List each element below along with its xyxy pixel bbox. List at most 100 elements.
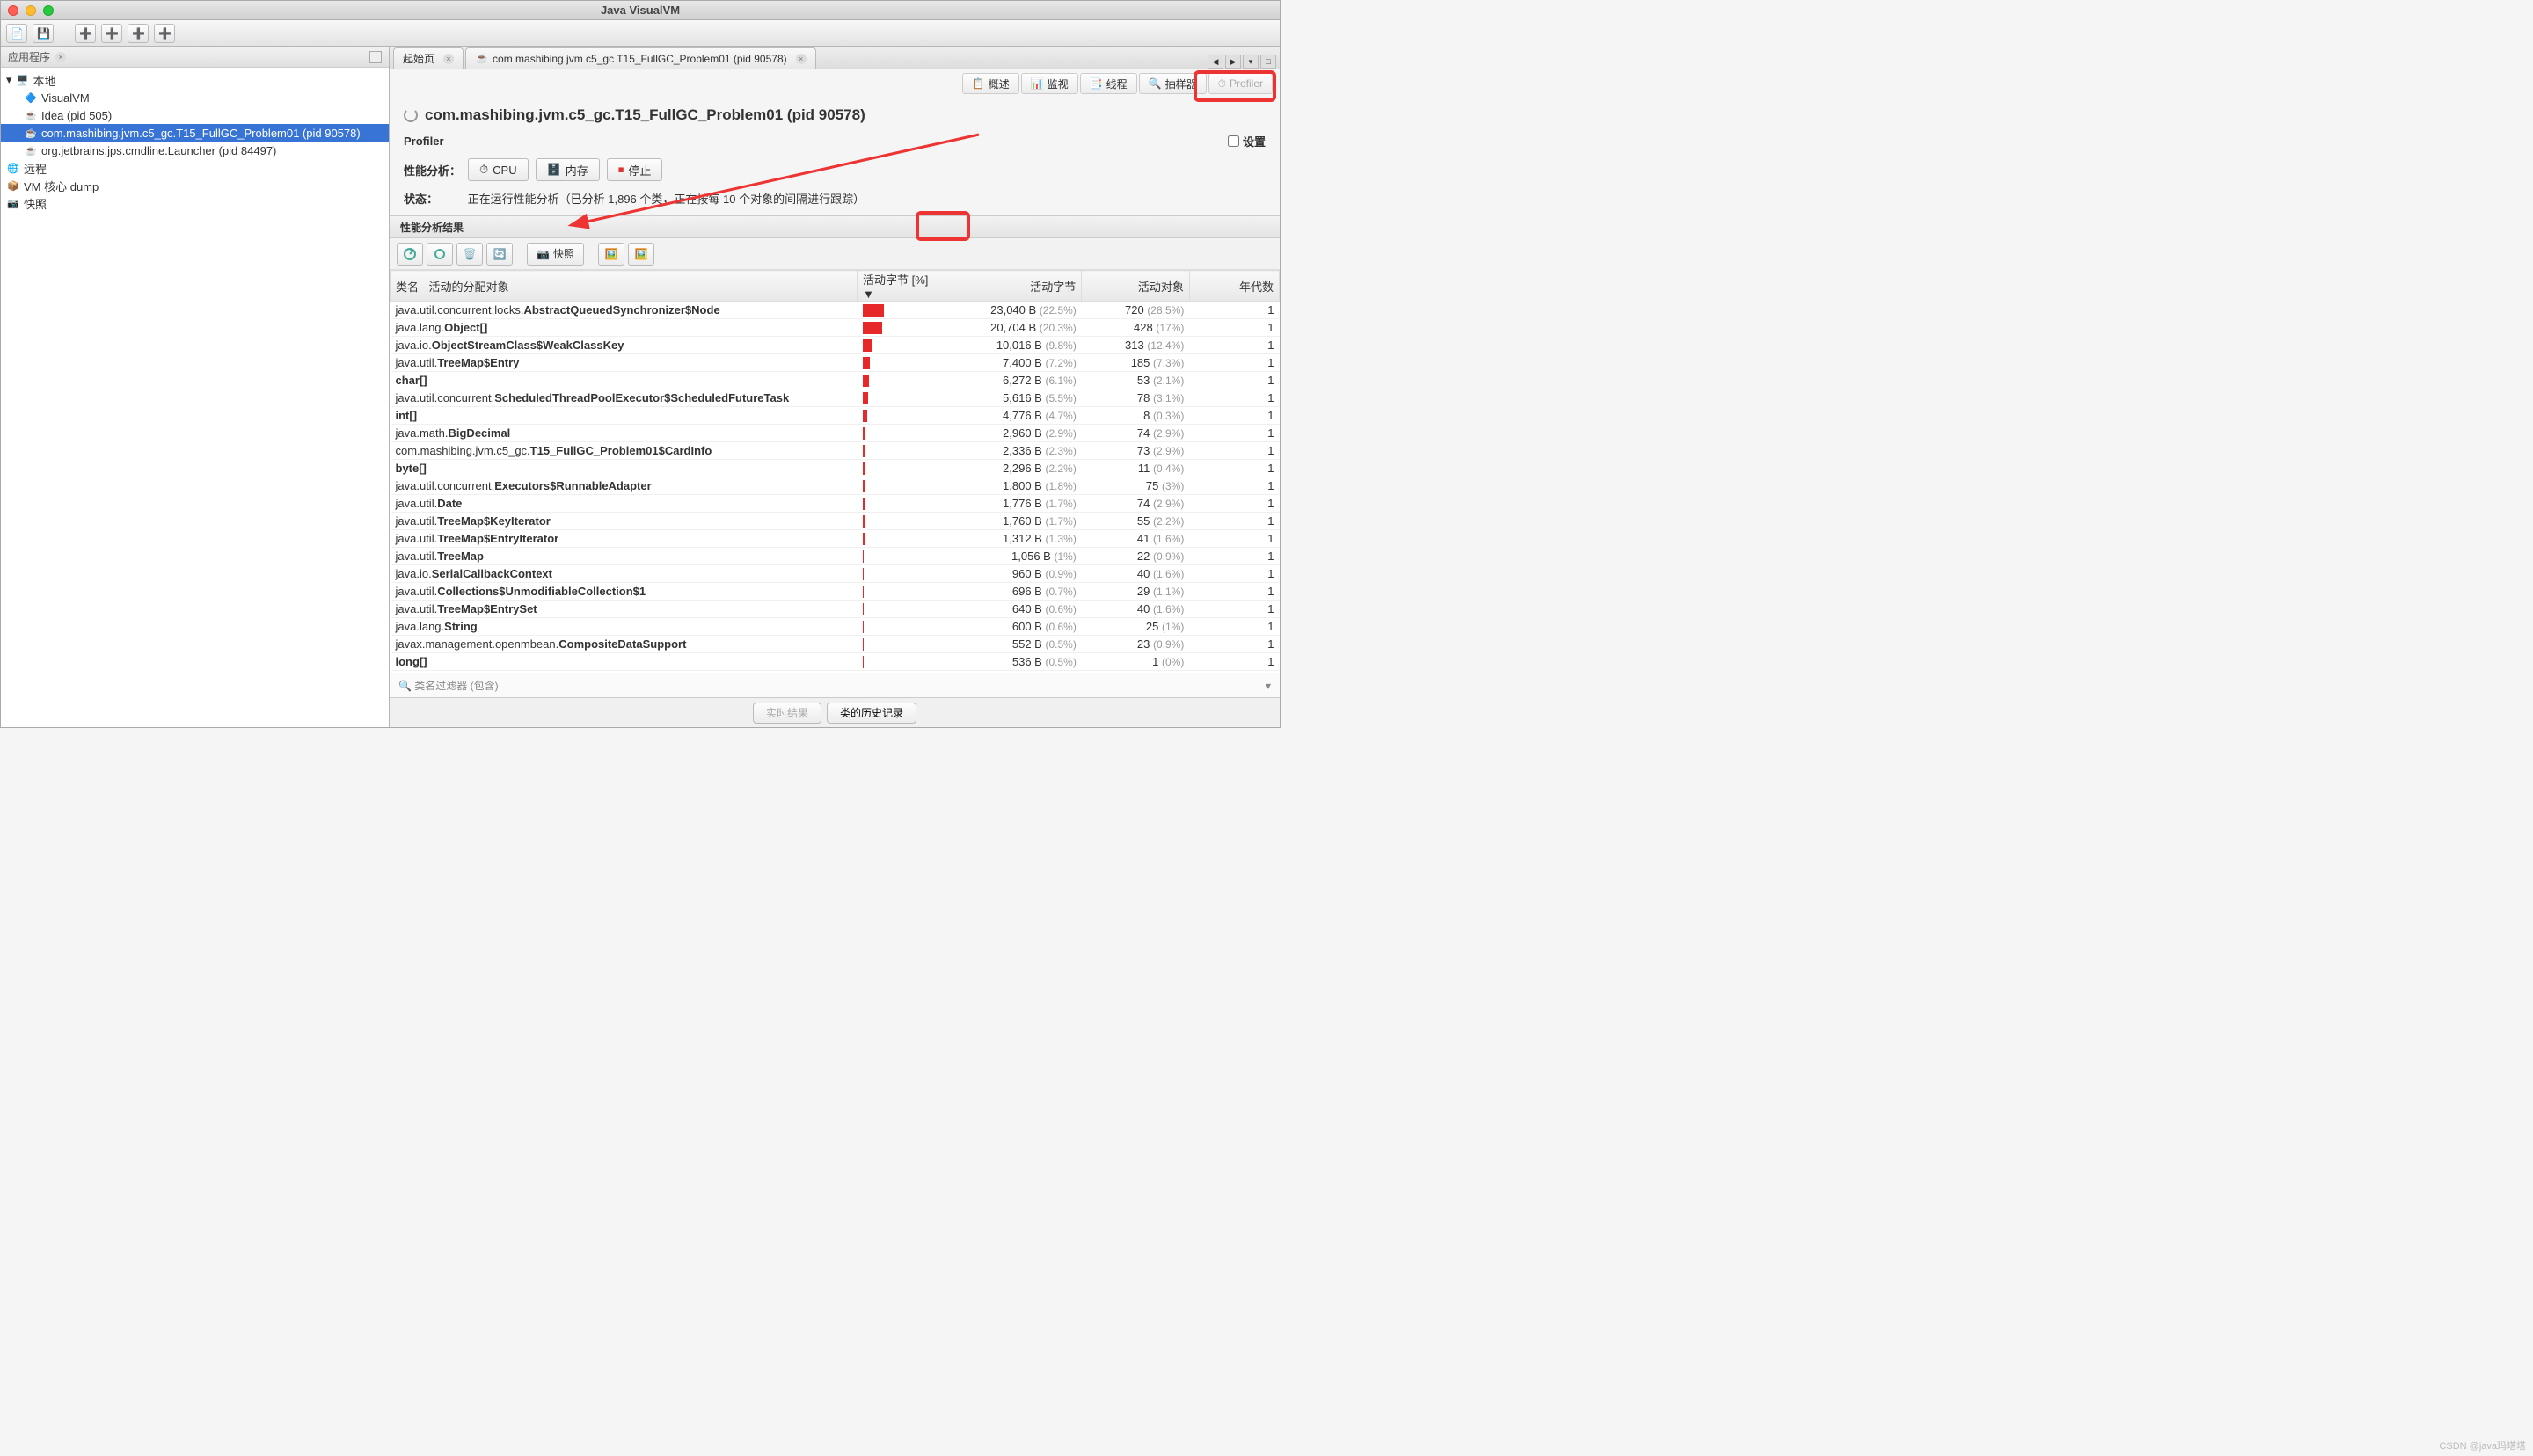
loading-spinner-icon	[404, 108, 418, 122]
applications-title: 应用程序	[8, 49, 50, 64]
table-row[interactable]: byte[]2,296 B (2.2%)11 (0.4%)1	[391, 460, 1280, 477]
filter-icon: 🔍	[398, 680, 412, 692]
table-row[interactable]: java.math.BigDecimal2,960 B (2.9%)74 (2.…	[391, 425, 1280, 442]
export-img2-button[interactable]: 🖼️	[628, 243, 654, 266]
sort-desc-icon: ▼	[863, 288, 874, 301]
stop-button[interactable]: ⏹停止	[607, 158, 663, 181]
col-gens[interactable]: 年代数	[1189, 271, 1279, 302]
java-icon: ☕	[24, 108, 38, 122]
table-row[interactable]: java.lang.Object[]20,704 B (20.3%)428 (1…	[391, 319, 1280, 337]
cpu-button[interactable]: ⏱CPU	[468, 158, 529, 181]
java-icon: ☕	[24, 126, 38, 140]
filter-dropdown-icon[interactable]: ▾	[1266, 680, 1271, 692]
add-jmx-button[interactable]: ➕	[101, 24, 122, 43]
live-results-button[interactable]: 实时结果	[753, 703, 821, 724]
toggle-panel-icon[interactable]	[369, 51, 382, 63]
tab-prev-button[interactable]: ◀	[1208, 55, 1223, 69]
table-row[interactable]: java.util.Collections$UnmodifiableCollec…	[391, 583, 1280, 601]
tree-item-launcher[interactable]: ☕ org.jetbrains.jps.cmdline.Launcher (pi…	[1, 142, 389, 159]
refresh-button[interactable]	[397, 243, 423, 266]
camera-icon: 📷	[537, 248, 550, 260]
table-row[interactable]: com.mashibing.jvm.c5_gc.T15_FullGC_Probl…	[391, 442, 1280, 460]
open-local-button[interactable]: 📄	[6, 24, 27, 43]
tree-item-idea[interactable]: ☕ Idea (pid 505)	[1, 106, 389, 124]
results-toolbar: 🗑️ 🔄 📷快照 🖼️ 🖼️	[390, 238, 1280, 270]
titlebar: Java VisualVM	[1, 1, 1280, 20]
history-button[interactable]: 类的历史记录	[827, 703, 916, 724]
zoom-window-button[interactable]	[43, 5, 54, 16]
table-row[interactable]: java.util.concurrent.ScheduledThreadPool…	[391, 389, 1280, 407]
subtab-threads[interactable]: 📑线程	[1080, 73, 1137, 94]
table-row[interactable]: java.util.concurrent.Executors$RunnableA…	[391, 477, 1280, 495]
close-tab-icon[interactable]: ×	[796, 54, 807, 64]
results-table-wrap[interactable]: 类名 - 活动的分配对象 活动字节 [%] ▼ 活动字节 活动对象 年代数 ja…	[390, 270, 1280, 673]
tree-item-problem01[interactable]: ☕ com.mashibing.jvm.c5_gc.T15_FullGC_Pro…	[1, 124, 389, 142]
tab-max-button[interactable]: □	[1260, 55, 1276, 69]
tab-start[interactable]: 起始页 ×	[393, 47, 464, 69]
filter-row: 🔍 类名过滤器 (包含) ▾	[390, 673, 1280, 697]
applications-tree: ▾🖥️ 本地 🔷 VisualVM ☕ Idea (pid 505) ☕ com…	[1, 68, 389, 215]
tree-node-vmcore[interactable]: 📦 VM 核心 dump	[1, 177, 389, 194]
table-row[interactable]: java.util.TreeMap1,056 B (1%)22 (0.9%)1	[391, 548, 1280, 565]
image-icon: 🖼️	[634, 248, 647, 260]
tree-node-local[interactable]: ▾🖥️ 本地	[1, 71, 389, 89]
minimize-window-button[interactable]	[26, 5, 36, 16]
plus-green-icon: ➕	[79, 27, 91, 40]
clock-icon: ⏱	[1218, 77, 1226, 91]
table-row[interactable]: java.util.Date1,776 B (1.7%)74 (2.9%)1	[391, 495, 1280, 513]
table-row[interactable]: java.util.TreeMap$EntrySet640 B (0.6%)40…	[391, 601, 1280, 618]
col-bytes[interactable]: 活动字节	[938, 271, 1081, 302]
table-row[interactable]: long[]536 B (0.5%)1 (0%)1	[391, 653, 1280, 671]
tree-item-visualvm[interactable]: 🔷 VisualVM	[1, 89, 389, 106]
table-row[interactable]: java.util.concurrent.locks.AbstractQueue…	[391, 302, 1280, 319]
autorefresh-button[interactable]	[427, 243, 453, 266]
subtab-sampler[interactable]: 🔍抽样器	[1139, 73, 1207, 94]
subtab-profiler[interactable]: ⏱Profiler	[1208, 73, 1273, 94]
table-row[interactable]: java.io.SerialCallbackContext960 B (0.9%…	[391, 565, 1280, 583]
applications-panel: 应用程序 × ▾🖥️ 本地 🔷 VisualVM ☕ Idea (pid 505…	[1, 47, 390, 727]
add-coredump-button[interactable]: ➕	[128, 24, 149, 43]
snapshot-button[interactable]: 📷快照	[527, 243, 584, 266]
add-remote-button[interactable]: ➕	[75, 24, 96, 43]
info-icon: 📋	[972, 77, 985, 90]
table-row[interactable]: javax.management.openmbean.CompositeData…	[391, 636, 1280, 653]
col-classname[interactable]: 类名 - 活动的分配对象	[391, 271, 858, 302]
subtab-monitor[interactable]: 📊监视	[1021, 73, 1078, 94]
col-objects[interactable]: 活动对象	[1082, 271, 1190, 302]
gc-button[interactable]: 🔄	[486, 243, 513, 266]
app-subtabs: 📋概述 📊监视 📑线程 🔍抽样器 ⏱Profiler	[390, 69, 1280, 98]
refresh-icon	[403, 247, 417, 261]
settings-checkbox[interactable]	[1228, 135, 1239, 147]
table-row[interactable]: java.util.TreeMap$EntryIterator1,312 B (…	[391, 530, 1280, 548]
profiler-section-header: Profiler 设置	[390, 129, 1280, 153]
table-row[interactable]: char[]6,272 B (6.1%)53 (2.1%)1	[391, 372, 1280, 389]
trash-icon: 🗑️	[464, 248, 477, 260]
close-tab-icon[interactable]: ×	[443, 54, 454, 64]
table-row[interactable]: java.util.TreeMap$Entry7,400 B (7.2%)185…	[391, 354, 1280, 372]
subtab-overview[interactable]: 📋概述	[962, 73, 1019, 94]
export-img1-button[interactable]: 🖼️	[598, 243, 624, 266]
page-title: com.mashibing.jvm.c5_gc.T15_FullGC_Probl…	[390, 98, 1280, 129]
add-snapshot-button[interactable]: ➕	[154, 24, 175, 43]
results-table: 类名 - 活动的分配对象 活动字节 [%] ▼ 活动字节 活动对象 年代数 ja…	[390, 270, 1280, 671]
delete-button[interactable]: 🗑️	[456, 243, 483, 266]
visualvm-icon: 🔷	[24, 91, 38, 105]
tab-app[interactable]: ☕ com mashibing jvm c5_gc T15_FullGC_Pro…	[465, 47, 816, 69]
table-row[interactable]: java.lang.String600 B (0.6%)25 (1%)1	[391, 618, 1280, 636]
filter-input[interactable]: 类名过滤器 (包含)	[414, 678, 1266, 693]
cycle-icon	[433, 247, 447, 261]
save-button[interactable]: 💾	[33, 24, 54, 43]
table-row[interactable]: int[]4,776 B (4.7%)8 (0.3%)1	[391, 407, 1280, 425]
tab-next-button[interactable]: ▶	[1225, 55, 1241, 69]
tree-node-remote[interactable]: 🌐 远程	[1, 159, 389, 177]
memory-button[interactable]: 🗄️内存	[536, 158, 600, 181]
dump-icon: 📦	[6, 178, 20, 193]
tab-list-button[interactable]: ▾	[1243, 55, 1259, 69]
table-row[interactable]: java.util.TreeMap$KeyIterator1,760 B (1.…	[391, 513, 1280, 530]
close-panel-icon[interactable]: ×	[55, 52, 66, 62]
col-bytes-pct[interactable]: 活动字节 [%] ▼	[858, 271, 938, 302]
close-window-button[interactable]	[8, 5, 18, 16]
table-row[interactable]: java.io.ObjectStreamClass$WeakClassKey10…	[391, 337, 1280, 354]
chart-icon: 📊	[1031, 77, 1044, 90]
tree-node-snapshot[interactable]: 📷 快照	[1, 194, 389, 212]
